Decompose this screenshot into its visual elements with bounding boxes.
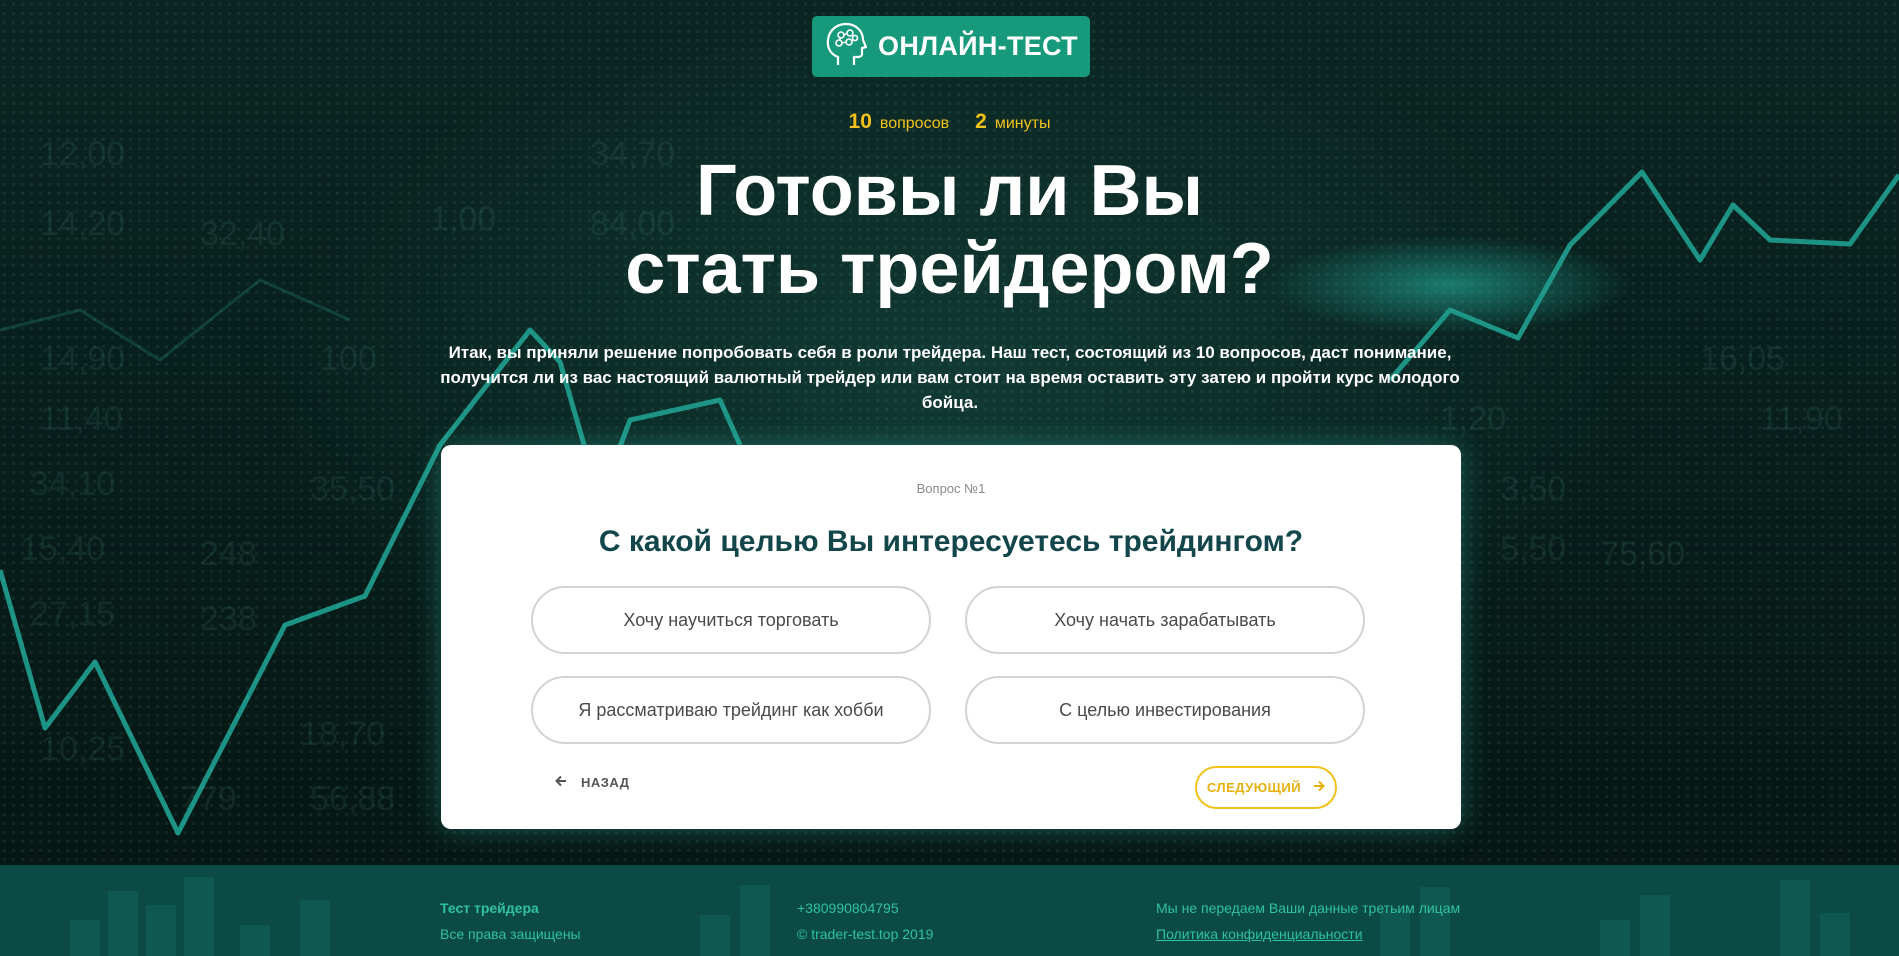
answer-option-3[interactable]: Я рассматриваю трейдинг как хобби	[531, 676, 931, 744]
page-title: Готовы ли Вы стать трейдером?	[0, 152, 1899, 308]
question-title: С какой целью Вы интересуетесь трейдинго…	[598, 525, 1304, 558]
intro-text: Итак, вы приняли решение попробовать себ…	[440, 343, 1460, 412]
answer-option-2[interactable]: Хочу начать зарабатывать	[965, 586, 1365, 654]
duration-info: 2 минуты	[975, 110, 1050, 134]
next-button[interactable]: СЛЕДУЮЩИЙ	[1195, 766, 1337, 809]
footer-privacy-col: Мы не передаем Ваши данные третьим лицам…	[1156, 895, 1460, 947]
arrow-right-icon	[1313, 780, 1326, 795]
footer-phone[interactable]: +380990804795	[797, 895, 933, 921]
online-test-badge: ОНЛАЙН-ТЕСТ	[812, 16, 1090, 77]
questions-label: вопросов	[879, 115, 950, 132]
footer-brand: Тест трейдера	[440, 900, 539, 916]
questions-count: 10	[848, 110, 872, 133]
footer-copyright: © trader-test.top 2019	[797, 926, 934, 942]
back-button[interactable]: НАЗАД	[555, 775, 630, 790]
question-number: Вопрос №1	[916, 481, 986, 496]
privacy-policy-link[interactable]: Политика конфиденциальности	[1156, 921, 1460, 947]
brain-head-icon	[824, 21, 878, 72]
answer-option-4[interactable]: С целью инвестирования	[965, 676, 1365, 744]
title-line-1: Готовы ли Вы	[696, 151, 1203, 231]
badge-label: ОНЛАЙН-ТЕСТ	[878, 31, 1078, 61]
question-card: Вопрос №1 С какой целью Вы интересуетесь…	[441, 445, 1461, 829]
footer-rights: Все права защищены	[440, 926, 581, 942]
next-button-label: СЛЕДУЮЩИЙ	[1206, 780, 1302, 795]
minutes-label: минуты	[994, 115, 1051, 132]
minutes-count: 2	[975, 110, 987, 133]
back-button-label: НАЗАД	[581, 775, 630, 790]
footer-brand-col: Тест трейдера Все права защищены	[440, 895, 581, 947]
footer-privacy-note: Мы не передаем Ваши данные третьим лицам	[1156, 900, 1461, 916]
footer-contact-col: +380990804795 © trader-test.top 2019	[797, 895, 933, 947]
title-line-2: стать трейдером?	[625, 229, 1274, 309]
footer: Тест трейдера Все права защищены +380990…	[0, 865, 1899, 956]
questions-count-info: 10 вопросов	[849, 110, 950, 134]
test-meta: 10 вопросов 2 минуты	[0, 110, 1899, 134]
footer-bars-decoration	[70, 877, 1850, 956]
arrow-left-icon	[555, 775, 567, 790]
answer-option-1[interactable]: Хочу научиться торговать	[531, 586, 931, 654]
